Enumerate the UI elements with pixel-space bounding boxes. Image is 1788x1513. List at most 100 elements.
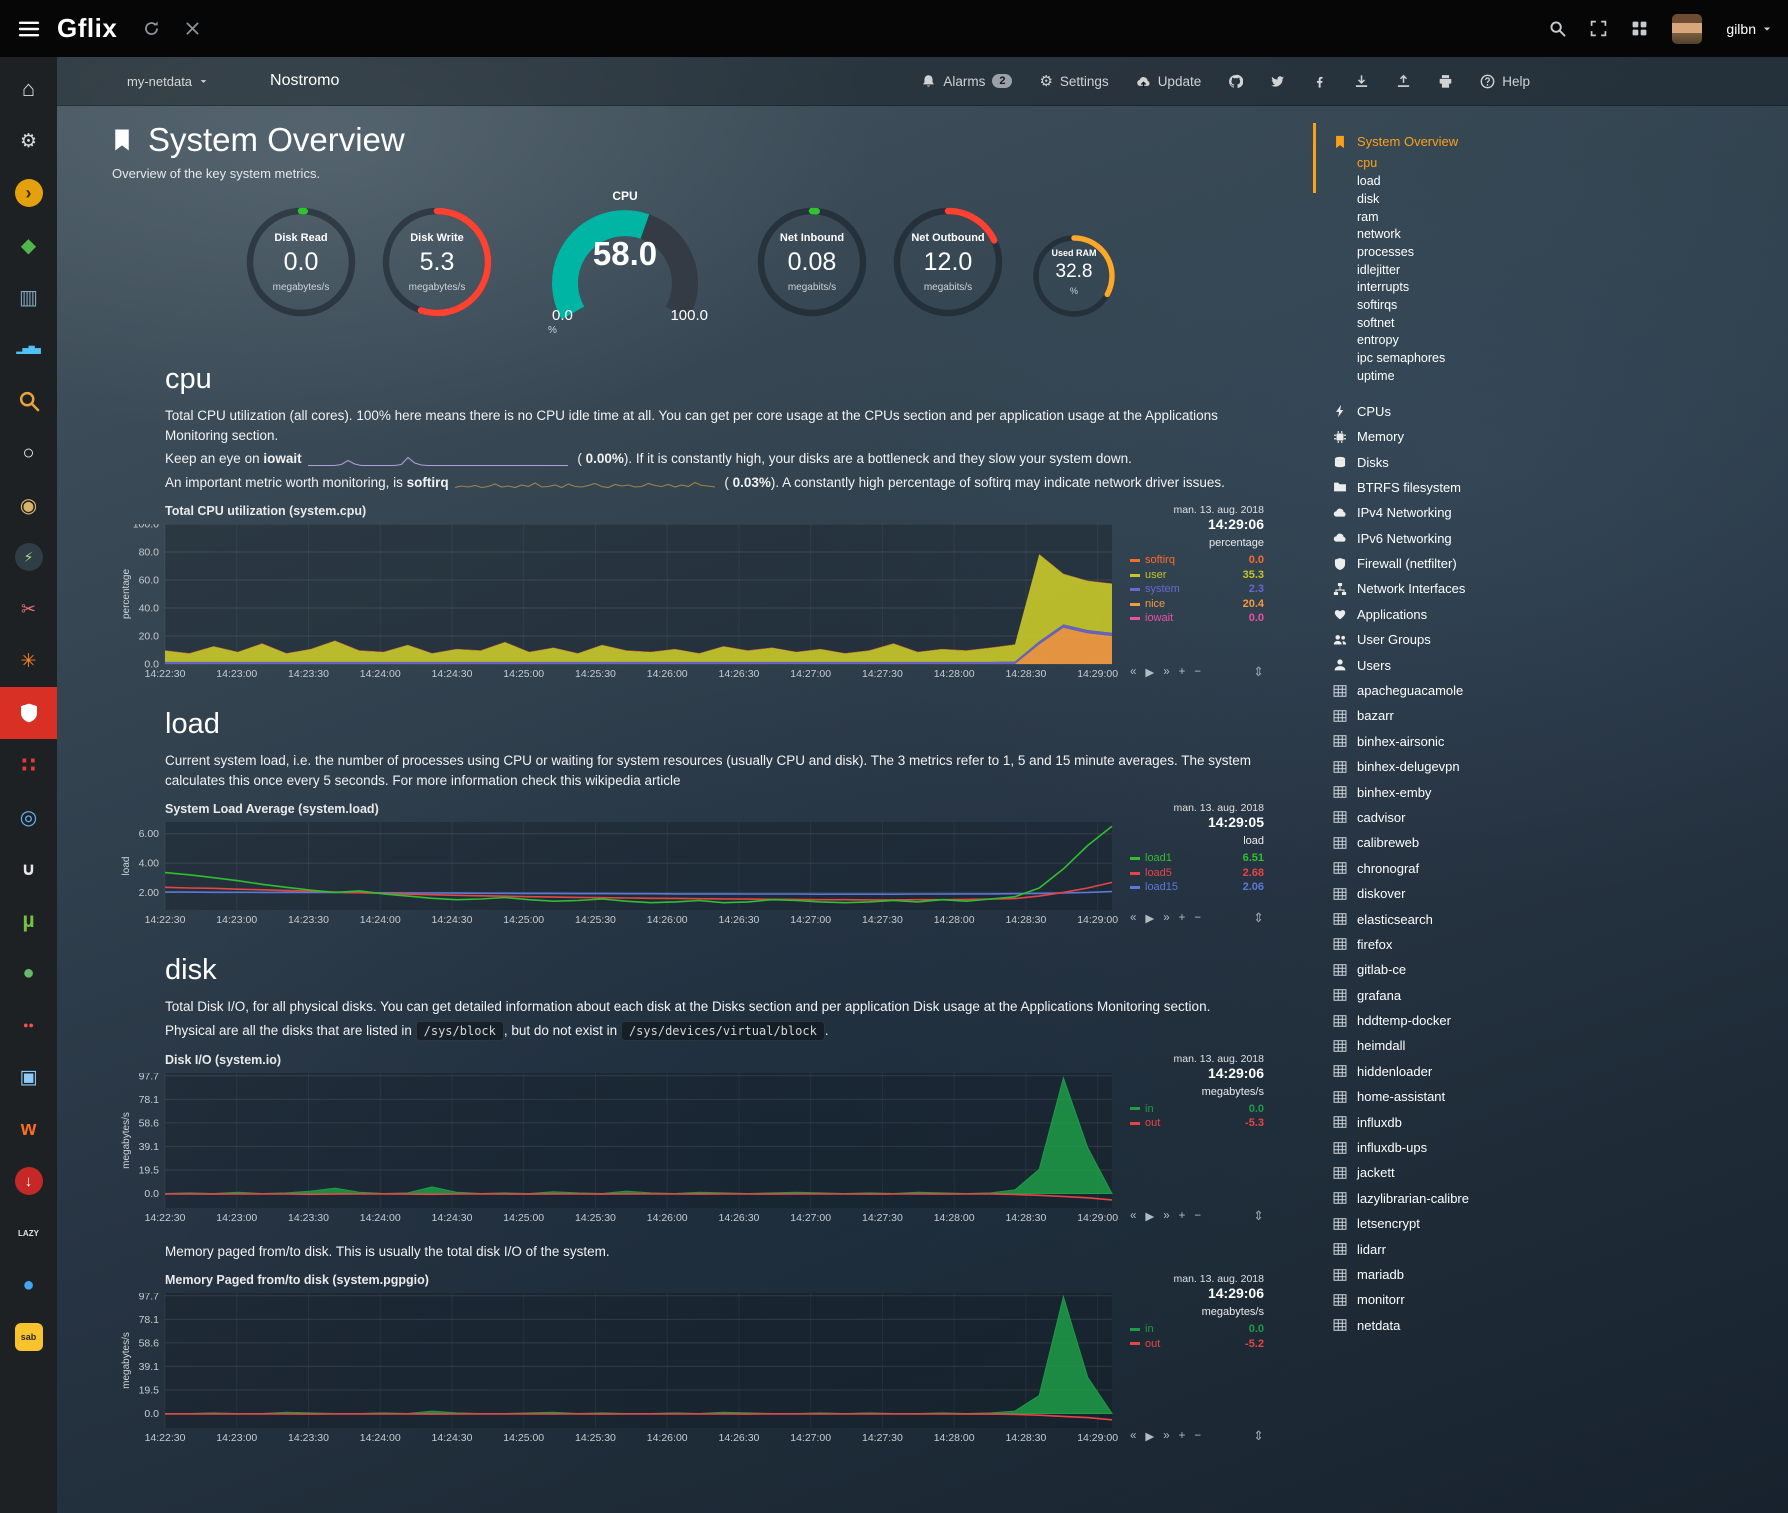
menu-app-apacheguacamole[interactable]: apacheguacamole — [1333, 678, 1633, 703]
navbar-upload[interactable] — [1396, 74, 1411, 89]
chart-zoom-in-button[interactable]: + — [1179, 1430, 1186, 1442]
menu-ipv4-networking[interactable]: IPv4 Networking — [1333, 500, 1633, 525]
menu-disks[interactable]: Disks — [1333, 449, 1633, 474]
menu-app-hiddenloader[interactable]: hiddenloader — [1333, 1059, 1633, 1084]
gauge-disk-read[interactable]: Disk Read0.0megabytes/s — [244, 205, 358, 319]
menu-sub-idlejitter[interactable]: idlejitter — [1357, 262, 1633, 280]
menu-firewall-netfilter[interactable]: Firewall (netfilter) — [1333, 551, 1633, 576]
chart-play-button[interactable]: ▶ — [1145, 1429, 1154, 1443]
menu-sub-ipc-semaphores[interactable]: ipc semaphores — [1357, 350, 1633, 368]
gauge-net-inbound[interactable]: Net Inbound0.08megabits/s — [755, 205, 869, 319]
gauge-net-outbound[interactable]: Net Outbound12.0megabits/s — [891, 205, 1005, 319]
menu-app-hddtemp-docker[interactable]: hddtemp-docker — [1333, 1008, 1633, 1033]
legend-in[interactable]: in0.0 — [1130, 1322, 1264, 1337]
search-icon[interactable] — [1549, 20, 1566, 37]
legend-load1[interactable]: load16.51 — [1130, 851, 1264, 866]
legend-iowait[interactable]: iowait0.0 — [1130, 611, 1264, 626]
avatar[interactable] — [1672, 14, 1702, 44]
chart-zoom-out-button[interactable]: − — [1194, 1210, 1201, 1222]
chart-resize-handle[interactable]: ⇕ — [1253, 910, 1264, 926]
sidebar-app-downloader[interactable]: ↓ — [0, 1155, 57, 1207]
menu-app-gitlab-ce[interactable]: gitlab-ce — [1333, 957, 1633, 982]
sidebar-app-gitlab[interactable]: w — [0, 1103, 57, 1155]
menu-app-influxdb-ups[interactable]: influxdb-ups — [1333, 1135, 1633, 1160]
sidebar-app-emby[interactable]: ◆ — [0, 219, 57, 271]
menu-sub-load[interactable]: load — [1357, 173, 1633, 191]
close-tab-icon[interactable] — [184, 20, 201, 37]
menu-sub-ram[interactable]: ram — [1357, 209, 1633, 227]
menu-users[interactable]: Users — [1333, 652, 1633, 677]
navbar-settings[interactable]: ⚙Settings — [1039, 74, 1108, 89]
menu-app-netdata[interactable]: netdata — [1333, 1313, 1633, 1338]
gauge-cpu[interactable]: CPU58.00.0100.0% — [520, 189, 730, 349]
menu-cpus[interactable]: CPUs — [1333, 399, 1633, 424]
menu-sub-network[interactable]: network — [1357, 226, 1633, 244]
chart-zoom-in-button[interactable]: + — [1179, 912, 1186, 924]
chart-zoom-in-button[interactable]: + — [1179, 666, 1186, 678]
menu-memory[interactable]: Memory — [1333, 424, 1633, 449]
menu-sub-entropy[interactable]: entropy — [1357, 332, 1633, 350]
menu-network-interfaces[interactable]: Network Interfaces — [1333, 576, 1633, 601]
navbar-facebook[interactable] — [1312, 74, 1327, 89]
navbar-print[interactable] — [1438, 74, 1453, 89]
chart-pan-backward-button[interactable]: « — [1130, 912, 1136, 924]
menu-sub-disk[interactable]: disk — [1357, 191, 1633, 209]
chart-resize-handle[interactable]: ⇕ — [1253, 664, 1264, 680]
sidebar-app-heimdall[interactable]: ▣ — [0, 1051, 57, 1103]
menu-app-firefox[interactable]: firefox — [1333, 932, 1633, 957]
legend-out[interactable]: out-5.3 — [1130, 1116, 1264, 1131]
sidebar-app-hub[interactable]: ✳ — [0, 635, 57, 687]
sidebar-app-plex[interactable]: › — [0, 167, 57, 219]
sidebar-app-settings[interactable]: ⚙ — [0, 115, 57, 167]
menu-app-monitorr[interactable]: monitorr — [1333, 1287, 1633, 1312]
chart-zoom-in-button[interactable]: + — [1179, 1210, 1186, 1222]
legend-out[interactable]: out-5.2 — [1130, 1337, 1264, 1352]
chart-pan-backward-button[interactable]: « — [1130, 1430, 1136, 1442]
chart-play-button[interactable]: ▶ — [1145, 911, 1154, 925]
chart-zoom-out-button[interactable]: − — [1194, 1430, 1201, 1442]
hamburger-menu-icon[interactable] — [0, 18, 57, 40]
menu-system-overview[interactable]: System Overview — [1333, 129, 1633, 154]
navbar-twitter[interactable] — [1270, 74, 1285, 89]
menu-app-chronograf[interactable]: chronograf — [1333, 856, 1633, 881]
menu-sub-softnet[interactable]: softnet — [1357, 315, 1633, 333]
sidebar-app-pills[interactable]: ●● — [0, 999, 57, 1051]
menu-app-bazarr[interactable]: bazarr — [1333, 703, 1633, 728]
navbar-github[interactable] — [1228, 74, 1243, 89]
sidebar-app-deluge[interactable]: ◎ — [0, 791, 57, 843]
refresh-icon[interactable] — [143, 20, 160, 37]
chart-plot-load[interactable]: 2.004.006.0014:22:3014:23:0014:23:3014:2… — [120, 822, 1120, 928]
menu-app-lazylibrarian-calibre[interactable]: lazylibrarian-calibre — [1333, 1186, 1633, 1211]
legend-user[interactable]: user35.3 — [1130, 568, 1264, 583]
sidebar-app-utorrent[interactable]: µ — [0, 895, 57, 947]
menu-app-heimdall[interactable]: heimdall — [1333, 1033, 1633, 1058]
menu-app-home-assistant[interactable]: home-assistant — [1333, 1084, 1633, 1109]
menu-app-mariadb[interactable]: mariadb — [1333, 1262, 1633, 1287]
sidebar-app-docker[interactable]: ▥ — [0, 271, 57, 323]
legend-system[interactable]: system2.3 — [1130, 582, 1264, 597]
menu-app-binhex-airsonic[interactable]: binhex-airsonic — [1333, 729, 1633, 754]
menu-app-elasticsearch[interactable]: elasticsearch — [1333, 906, 1633, 931]
chart-resize-handle[interactable]: ⇕ — [1253, 1208, 1264, 1224]
chart-pan-forward-button[interactable]: » — [1163, 1210, 1169, 1222]
menu-app-diskover[interactable]: diskover — [1333, 881, 1633, 906]
chart-pan-forward-button[interactable]: » — [1163, 1430, 1169, 1442]
sidebar-app-green-app[interactable]: ● — [0, 947, 57, 999]
sidebar-app-monitorr[interactable]: ∷ — [0, 739, 57, 791]
menu-sub-cpu[interactable]: cpu — [1357, 155, 1633, 173]
chart-play-button[interactable]: ▶ — [1145, 665, 1154, 679]
menu-app-binhex-emby[interactable]: binhex-emby — [1333, 779, 1633, 804]
chart-pan-forward-button[interactable]: » — [1163, 912, 1169, 924]
navbar-alarms[interactable]: Alarms2 — [921, 74, 1012, 89]
chart-pan-backward-button[interactable]: « — [1130, 1210, 1136, 1222]
chart-play-button[interactable]: ▶ — [1145, 1209, 1154, 1223]
chart-pan-backward-button[interactable]: « — [1130, 666, 1136, 678]
menu-sub-uptime[interactable]: uptime — [1357, 368, 1633, 386]
sidebar-app-unifi[interactable]: ∪ — [0, 843, 57, 895]
navbar-update[interactable]: Update — [1136, 74, 1202, 89]
legend-softirq[interactable]: softirq0.0 — [1130, 553, 1264, 568]
menu-app-grafana[interactable]: grafana — [1333, 983, 1633, 1008]
menu-sub-processes[interactable]: processes — [1357, 244, 1633, 262]
sidebar-app-home[interactable]: ⌂ — [0, 63, 57, 115]
menu-ipv6-networking[interactable]: IPv6 Networking — [1333, 525, 1633, 550]
